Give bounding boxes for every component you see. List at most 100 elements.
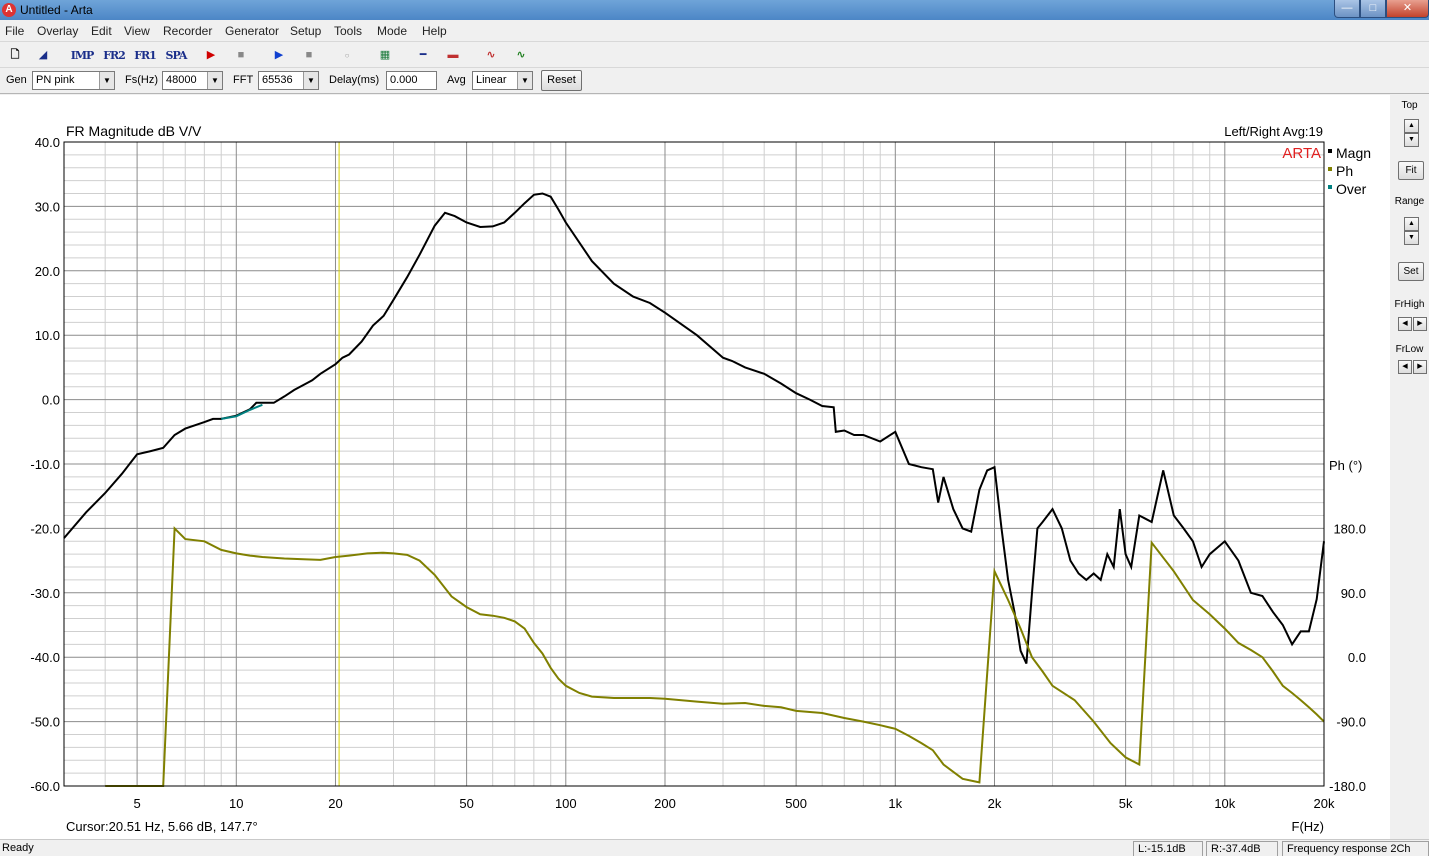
avg-label: Avg [447,74,466,86]
x-tick-label: 2k [988,796,1002,811]
x-tick-label: 200 [654,796,676,811]
y-tick-label: 0.0 [42,393,60,408]
generator-select[interactable]: PN pink ▼ [32,71,115,90]
frlow-right-button[interactable]: ▶ [1413,360,1427,374]
menu-overlay[interactable]: Overlay [37,24,78,38]
play-blue-icon[interactable]: ▶ [268,46,290,65]
fft-label: FFT [233,74,254,86]
status-bar: Ready L:-15.1dB R:-37.4dB Frequency resp… [0,839,1429,856]
y-tick-label: -10.0 [30,457,60,472]
x-tick-label: 5k [1119,796,1133,811]
averaging-select[interactable]: Linear ▼ [472,71,533,90]
y-tick-label: 20.0 [35,264,60,279]
range-up-button[interactable]: ▲ [1404,217,1419,231]
fr-chart[interactable]: 40.0 30.0 20.0 10.0 0.0 -10.0 -20.0 -30.0 -40.0 -… [0,95,1390,839]
legend-swatch [1328,149,1332,153]
chart-title: FR Magnitude dB V/V [66,123,202,139]
title-bar: A Untitled - Arta — □ ✕ [0,0,1429,20]
right-level-readout: R:-37.4dB [1206,841,1278,856]
abc-icon[interactable]: ○ [336,46,358,65]
menu-tools[interactable]: Tools [334,24,362,38]
frhigh-label: FrHigh [1394,299,1425,310]
y-tick-label: -60.0 [30,779,60,794]
spa-mode-button[interactable]: SPA [162,46,190,65]
x-tick-label: 100 [555,796,577,811]
legend-entry-ph: Ph [1336,163,1353,179]
x-tick-label: 1k [888,796,902,811]
x-tick-label: 5 [133,796,140,811]
phase-tick-label: -90.0 [1336,715,1366,730]
probe-icon[interactable]: ━ [412,46,434,65]
new-doc-icon[interactable]: 🗋 [4,46,26,65]
frhigh-left-button[interactable]: ◀ [1398,317,1412,331]
arta-app-icon[interactable]: A [2,3,16,17]
x-tick-label: 10 [229,796,243,811]
y-tick-label: -30.0 [30,586,60,601]
chevron-down-icon: ▼ [517,72,532,89]
y-tick-label: 30.0 [35,199,60,214]
samplerate-select[interactable]: 48000 ▼ [162,71,223,90]
fr2-mode-button[interactable]: FR2 [100,46,128,65]
menu-file[interactable]: File [5,24,24,38]
signal-icon[interactable]: ∿ [480,46,502,65]
menu-setup[interactable]: Setup [290,24,321,38]
menu-edit[interactable]: Edit [91,24,112,38]
reset-button[interactable]: Reset [541,70,582,91]
chart-icon[interactable]: ▦ [374,46,396,65]
range-label: Range [1394,196,1425,207]
window-title: Untitled - Arta [20,3,93,17]
x-tick-label: 500 [785,796,807,811]
set-button[interactable]: Set [1398,262,1424,281]
scale-panel: Top ▲ ▼ Fit Range ▲ ▼ Set FrHigh ◀ ▶ FrL… [1390,95,1429,839]
chevron-down-icon: ▼ [99,72,114,89]
signal-green-icon[interactable]: ∿ [510,46,532,65]
menu-generator[interactable]: Generator [225,24,279,38]
arta-watermark: ARTA [1282,145,1321,162]
y-tick-label: -40.0 [30,650,60,665]
colorbar-icon[interactable]: ▬ [442,46,464,65]
cursor-readout: Cursor:20.51 Hz, 5.66 dB, 147.7° [66,819,258,834]
delay-input[interactable]: 0.000 [386,71,437,90]
frlow-left-button[interactable]: ◀ [1398,360,1412,374]
menu-recorder[interactable]: Recorder [163,24,212,38]
phase-tick-label: -180.0 [1329,779,1366,794]
frhigh-right-button[interactable]: ▶ [1413,317,1427,331]
record-red-icon[interactable]: ▶ [200,46,222,65]
fs-label: Fs(Hz) [125,74,158,86]
samplerate-value: 48000 [166,74,197,86]
y-tick-label: -20.0 [30,521,60,536]
fr1-mode-button[interactable]: FR1 [131,46,159,65]
x-axis-label: F(Hz) [1292,819,1325,834]
fft-size-select[interactable]: 65536 ▼ [258,71,319,90]
y-tick-label: 10.0 [35,328,60,343]
status-ready: Ready [2,842,34,854]
settings-toolbar: Gen PN pink ▼ Fs(Hz) 48000 ▼ FFT 65536 ▼… [0,68,1429,94]
minimize-button[interactable]: — [1334,0,1360,18]
delay-label: Delay(ms) [329,74,380,86]
close-button[interactable]: ✕ [1386,0,1429,18]
phase-axis-label: Ph (°) [1329,458,1362,473]
fit-button[interactable]: Fit [1398,161,1424,180]
chevron-down-icon: ▼ [207,72,222,89]
chart-subtitle: Left/Right Avg:19 [1224,124,1323,139]
fr-chart-svg[interactable]: 40.0 30.0 20.0 10.0 0.0 -10.0 -20.0 -30.0 -40.0 -… [0,95,1390,839]
maximize-button[interactable]: □ [1360,0,1386,18]
phase-tick-label: 0.0 [1348,650,1366,665]
impulse-mode-button[interactable]: IMP [68,46,96,65]
menu-help[interactable]: Help [422,24,447,38]
stop2-icon[interactable]: ■ [298,46,320,65]
range-down-button[interactable]: ▼ [1404,231,1419,245]
x-tick-label: 50 [459,796,473,811]
menu-view[interactable]: View [124,24,150,38]
menu-mode[interactable]: Mode [377,24,407,38]
main-toolbar: 🗋 ◢ IMP FR2 FR1 SPA ▶ ■ ▶ ■ ○ ▦ ━ ▬ ∿ ∿ [0,41,1429,68]
stop-icon[interactable]: ■ [230,46,252,65]
open-icon[interactable]: ◢ [32,46,54,65]
x-tick-label: 20 [328,796,342,811]
top-up-button[interactable]: ▲ [1404,119,1419,133]
x-tick-label: 10k [1214,796,1235,811]
frlow-label: FrLow [1395,344,1424,355]
fft-size-value: 65536 [262,74,293,86]
top-down-button[interactable]: ▼ [1404,133,1419,147]
legend-swatch [1328,185,1332,189]
